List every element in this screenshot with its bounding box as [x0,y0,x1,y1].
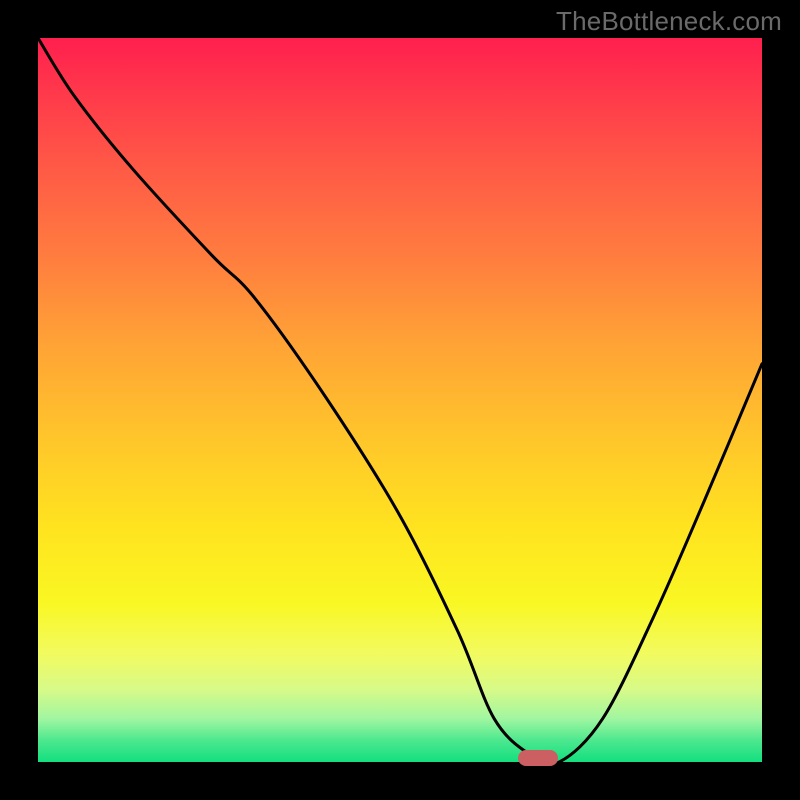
optimal-marker [518,750,558,766]
plot-area [38,38,762,762]
chart-frame: TheBottleneck.com [0,0,800,800]
bottleneck-curve [38,38,762,762]
curve-path [38,38,762,762]
watermark-text: TheBottleneck.com [556,6,782,37]
